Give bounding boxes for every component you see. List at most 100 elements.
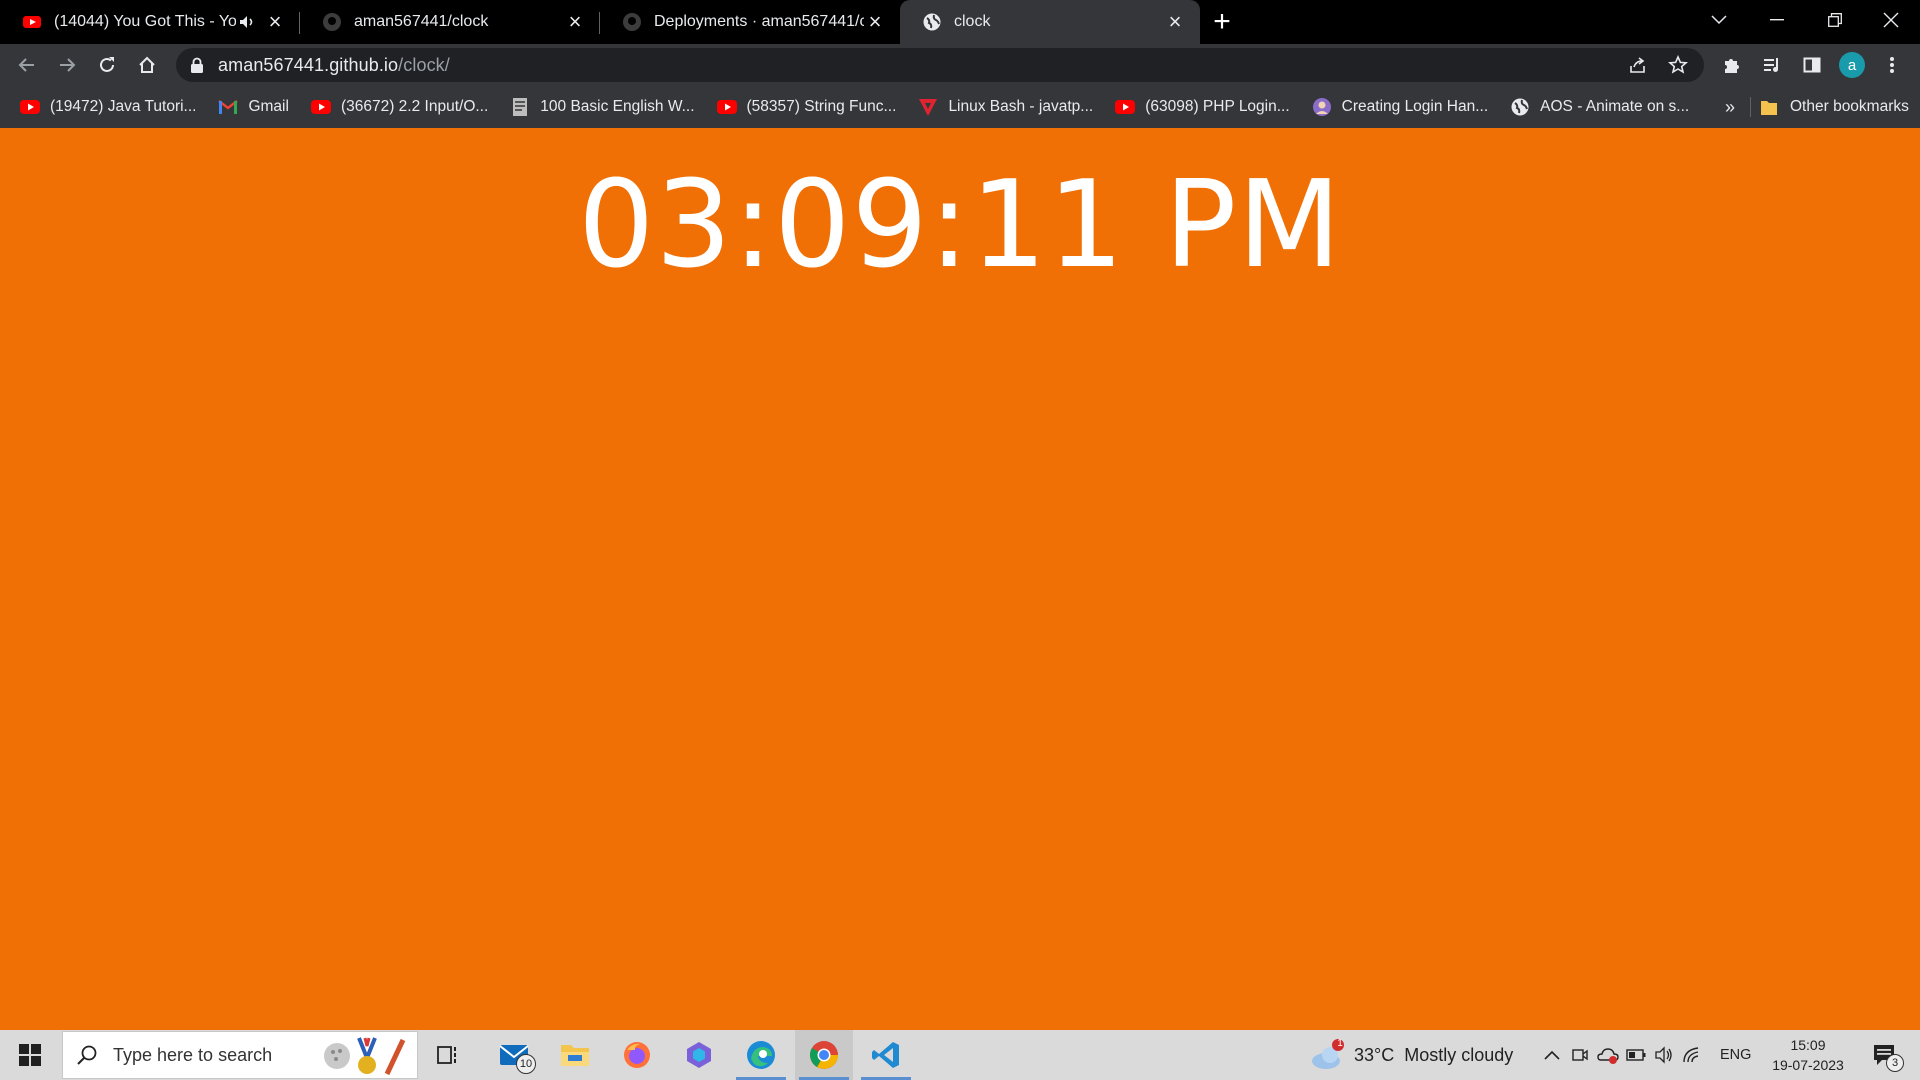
notification-center-icon[interactable]: 3: [1860, 1030, 1910, 1080]
file-explorer-icon[interactable]: [546, 1030, 604, 1080]
bookmark-linux-bash[interactable]: Linux Bash - javatp...: [914, 93, 1105, 121]
menu-kebab-icon[interactable]: [1872, 45, 1912, 85]
clock-date-tray[interactable]: 15:09 19-07-2023: [1766, 1030, 1850, 1080]
tab-github-clock[interactable]: aman567441/clock ×: [300, 0, 600, 44]
task-view-icon[interactable]: [420, 1030, 478, 1080]
close-tab-icon[interactable]: ×: [864, 9, 886, 34]
side-panel-icon[interactable]: [1792, 45, 1832, 85]
url-text: aman567441.github.io/clock/: [218, 55, 450, 76]
tab-title: clock: [954, 13, 991, 30]
bookmark-string-func[interactable]: (58357) String Func...: [713, 93, 909, 121]
bookmark-label: (63098) PHP Login...: [1145, 98, 1290, 115]
globe-icon: [1510, 97, 1530, 117]
volume-icon[interactable]: [1650, 1030, 1678, 1080]
search-highlight-icon[interactable]: [321, 1036, 411, 1076]
close-tab-icon[interactable]: ×: [264, 9, 286, 34]
bookmarks-divider: [1750, 97, 1751, 117]
battery-icon[interactable]: [1622, 1030, 1650, 1080]
start-button[interactable]: [0, 1030, 60, 1080]
firefox-icon[interactable]: [608, 1030, 666, 1080]
other-bookmarks-label: Other bookmarks: [1790, 98, 1909, 115]
more-bookmarks-button[interactable]: »: [1718, 93, 1742, 121]
windows-logo-icon: [19, 1044, 41, 1066]
url-host: aman567441.github.io: [218, 54, 399, 75]
bookmark-label: 100 Basic English W...: [540, 98, 695, 115]
youtube-icon: [716, 97, 737, 117]
javatpoint-icon: [918, 97, 938, 117]
profile-button[interactable]: a: [1832, 45, 1872, 85]
tab-search-chevron-icon[interactable]: [1690, 0, 1748, 40]
github-icon: [323, 13, 341, 31]
speaker-icon[interactable]: [236, 11, 258, 33]
back-button[interactable]: [7, 45, 47, 85]
forward-button[interactable]: [47, 45, 87, 85]
youtube-icon: [1115, 97, 1136, 117]
bookmark-label: (19472) Java Tutori...: [50, 98, 197, 115]
tray-date: 19-07-2023: [1772, 1057, 1844, 1073]
bookmark-basic-english[interactable]: 100 Basic English W...: [506, 93, 706, 121]
bookmark-star-icon[interactable]: [1662, 49, 1694, 81]
windows-taskbar: Type here to search 10 1 33°C Mostly clo…: [0, 1030, 1920, 1080]
globe-icon: [923, 13, 941, 31]
youtube-icon: [310, 97, 331, 117]
bookmark-input-output[interactable]: (36672) 2.2 Input/O...: [307, 93, 500, 121]
bookmark-label: Gmail: [248, 98, 289, 115]
search-placeholder: Type here to search: [113, 1044, 273, 1065]
onedrive-icon[interactable]: [1594, 1030, 1622, 1080]
youtube-icon: [20, 97, 40, 117]
avatar-icon: [1312, 97, 1332, 117]
edge-icon[interactable]: [732, 1030, 790, 1080]
bookmark-aos[interactable]: AOS - Animate on s...: [1506, 93, 1701, 121]
minimize-icon[interactable]: [1748, 0, 1806, 40]
meet-now-icon[interactable]: [1566, 1030, 1594, 1080]
youtube-icon: [23, 16, 41, 28]
weather-temp: 33°C: [1354, 1044, 1395, 1065]
extension-area: a: [1712, 44, 1912, 86]
bookmark-label: Creating Login Han...: [1341, 98, 1489, 115]
avatar: a: [1839, 52, 1865, 78]
weather-alert-count: 1: [1337, 1038, 1343, 1049]
chevron-up-icon[interactable]: [1538, 1030, 1566, 1080]
bookmark-php-login[interactable]: (63098) PHP Login...: [1111, 93, 1301, 121]
bookmark-label: Linux Bash - javatp...: [948, 98, 1094, 115]
weather-condition: Mostly cloudy: [1404, 1044, 1514, 1065]
home-button[interactable]: [127, 45, 167, 85]
browser-toolbar: aman567441.github.io/clock/ a: [0, 44, 1920, 86]
tab-youtube[interactable]: (14044) You Got This - YouTu ×: [0, 0, 300, 44]
close-tab-icon[interactable]: ×: [564, 9, 586, 34]
tab-clock[interactable]: clock ×: [900, 0, 1200, 44]
copilot-icon[interactable]: [670, 1030, 728, 1080]
extensions-puzzle-icon[interactable]: [1712, 45, 1752, 85]
bookmark-java-tutorial[interactable]: (19472) Java Tutori...: [16, 93, 208, 121]
tab-title: aman567441/clock: [354, 13, 489, 30]
lock-icon[interactable]: [190, 57, 204, 73]
media-queue-icon[interactable]: [1752, 45, 1792, 85]
other-bookmarks-button[interactable]: Other bookmarks: [1760, 93, 1909, 121]
page-content: 03:09:11 PM: [0, 128, 1920, 1030]
share-icon[interactable]: [1622, 49, 1654, 81]
reload-button[interactable]: [87, 45, 127, 85]
bookmark-creating-login[interactable]: Creating Login Han...: [1308, 93, 1500, 121]
close-tab-icon[interactable]: ×: [1164, 9, 1186, 34]
wifi-icon[interactable]: [1678, 1030, 1706, 1080]
vscode-icon[interactable]: [857, 1030, 915, 1080]
bookmark-gmail[interactable]: Gmail: [214, 93, 300, 121]
language-indicator[interactable]: ENG: [1720, 1030, 1751, 1080]
restore-icon[interactable]: [1806, 0, 1864, 40]
clock-display: 03:09:11 PM: [578, 156, 1342, 295]
tab-deployments[interactable]: Deployments · aman567441/clock ×: [600, 0, 900, 44]
chrome-icon[interactable]: [795, 1030, 853, 1080]
address-bar[interactable]: aman567441.github.io/clock/: [176, 48, 1704, 82]
new-tab-button[interactable]: +: [1200, 0, 1244, 44]
mail-icon[interactable]: 10: [486, 1030, 544, 1080]
tab-title: (14044) You Got This - YouTu: [54, 13, 236, 30]
taskbar-search-box[interactable]: Type here to search: [62, 1031, 418, 1079]
weather-widget[interactable]: 1 33°C Mostly cloudy: [1310, 1030, 1513, 1080]
reload-icon: [100, 57, 114, 72]
forward-arrow-icon: [60, 58, 76, 72]
tab-strip: (14044) You Got This - YouTu × aman56744…: [0, 0, 1920, 44]
bookmark-label: AOS - Animate on s...: [1540, 98, 1690, 115]
notification-count: 3: [1886, 1054, 1904, 1072]
url-path: /clock/: [398, 54, 450, 75]
close-window-icon[interactable]: [1862, 0, 1920, 40]
